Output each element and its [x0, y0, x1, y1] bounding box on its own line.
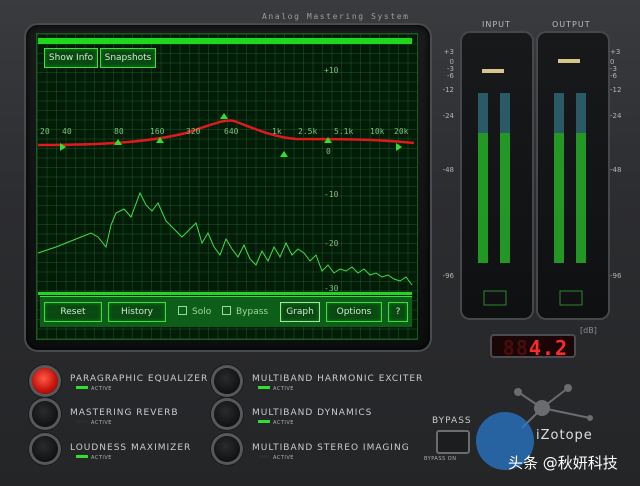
module-status-text: ACTIVE [273, 420, 294, 426]
bypass-label: BYPASS [432, 416, 472, 426]
meter-scale-label: -24 [442, 112, 454, 120]
module-label: PARAGRAPHIC EQUALIZER [70, 374, 209, 384]
bypass-checkbox-label: Bypass [236, 307, 269, 317]
eq-node [280, 151, 288, 157]
meter-scale-label: -6 [447, 72, 454, 80]
meter-scale-label-right: -24 [610, 112, 622, 120]
meter-bars [478, 59, 586, 306]
module-status-text: ACTIVE [273, 455, 294, 461]
help-button[interactable]: ? [388, 302, 408, 322]
meter-scale-label-right: -6 [610, 72, 617, 80]
module-status: ACTIVE [258, 420, 294, 426]
module-status: ACTIVE [76, 455, 112, 461]
meter-scale-label-right: -12 [610, 86, 622, 94]
freq-label: 1k [272, 127, 282, 136]
module-status-text: ACTIVE [273, 386, 294, 392]
history-button[interactable]: History [108, 302, 166, 322]
module-label: LOUDNESS MAXIMIZER [70, 443, 192, 453]
freq-label: 320 [186, 127, 201, 136]
freq-label: 160 [150, 127, 165, 136]
bypass-checkbox-box[interactable] [222, 306, 231, 315]
module-status: ACTIVE [76, 386, 112, 392]
options-button[interactable]: Options [326, 302, 382, 322]
db-label: -10 [324, 190, 339, 199]
brand-logo: iZotope [536, 428, 593, 443]
solo-checkbox-box[interactable] [178, 306, 187, 315]
freq-label: 2.5k [298, 127, 317, 136]
module-status-text: ACTIVE [91, 455, 112, 461]
freq-label: 20 [40, 127, 50, 136]
module-status: ACTIVE [258, 455, 294, 461]
mastering-reverb-button[interactable] [32, 401, 58, 427]
module-status-text: ACTIVE [91, 386, 112, 392]
freq-label: 40 [62, 127, 72, 136]
multiband-harmonic-exciter-button[interactable] [214, 368, 240, 394]
module-label: MULTIBAND DYNAMICS [252, 408, 373, 418]
freq-label: 5.1k [334, 127, 353, 136]
eq-node [396, 143, 402, 151]
freq-label: 10k [370, 127, 385, 136]
spectrum-trace [37, 191, 413, 286]
bypass-status: BYPASS ON [424, 456, 457, 462]
level-readout-value: 4.2 [528, 336, 568, 360]
module-status: ACTIVE [76, 420, 112, 426]
solo-checkbox[interactable]: Solo [178, 306, 211, 317]
module-label: MULTIBAND HARMONIC EXCITER [252, 374, 424, 384]
meter-scale-label-right: -48 [610, 166, 622, 174]
input-meter-title: INPUT [482, 20, 511, 29]
paragraphic-equalizer-button[interactable] [32, 368, 58, 394]
level-readout: 884.2 [490, 334, 576, 360]
meter-scale-label: -96 [442, 272, 454, 280]
multiband-stereo-imaging-button[interactable] [214, 436, 240, 462]
solo-label: Solo [192, 307, 212, 317]
db-unit-label: [dB] [580, 326, 597, 335]
show-info-button[interactable]: Show Info [44, 48, 98, 68]
eq-graph: 20 40 80 160 320 640 1k 2.5k 5.1k 10k 20… [37, 66, 415, 293]
output-meter-title: OUTPUT [552, 20, 591, 29]
freq-label: 640 [224, 127, 239, 136]
meter-scale-label: -12 [442, 86, 454, 94]
watermark-text: 头条 @秋妍科技 [508, 454, 618, 472]
bypass-checkbox[interactable]: Bypass [222, 306, 268, 317]
graph-button[interactable]: Graph [280, 302, 320, 322]
meter-scale-label-right: +3 [610, 48, 621, 56]
module-label: MULTIBAND STEREO IMAGING [252, 443, 410, 453]
multiband-dynamics-button[interactable] [214, 401, 240, 427]
reset-button[interactable]: Reset [44, 302, 102, 322]
meter-scale-label: -48 [442, 166, 454, 174]
loudness-maximizer-button[interactable] [32, 436, 58, 462]
module-status: ACTIVE [258, 386, 294, 392]
bypass-switch[interactable] [436, 430, 470, 454]
db-label: -30 [324, 284, 339, 293]
freq-label: 20k [394, 127, 409, 136]
app-title: Analog Mastering System [262, 12, 410, 21]
module-label: MASTERING REVERB [70, 408, 179, 418]
freq-label: 80 [114, 127, 124, 136]
eq-node [220, 113, 228, 119]
meter-scale-label-right: -96 [610, 272, 622, 280]
db-label: -20 [324, 239, 339, 248]
snapshots-button[interactable]: Snapshots [100, 48, 156, 68]
meter-scale-label: +3 [443, 48, 454, 56]
module-status-text: ACTIVE [91, 420, 112, 426]
db-label: +10 [324, 66, 339, 75]
db-label: 0 [326, 147, 331, 156]
